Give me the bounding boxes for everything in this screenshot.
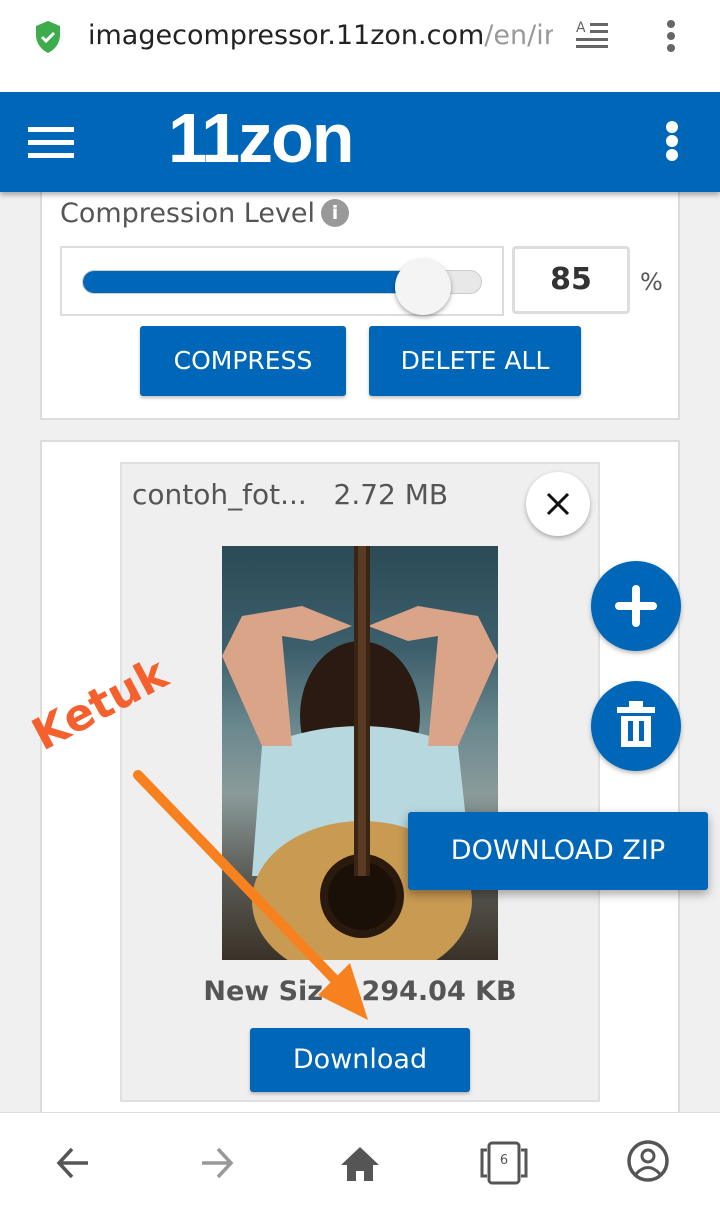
app-header: 11zon [0,92,720,192]
home-icon[interactable] [340,1143,380,1183]
hamburger-menu-icon[interactable] [28,127,76,159]
forward-arrow-icon[interactable] [196,1143,236,1183]
browser-bottom-nav: 6 [0,1112,720,1209]
app-menu-icon[interactable] [664,120,680,164]
back-arrow-icon[interactable] [54,1143,94,1183]
tabs-button[interactable]: 6 [480,1141,528,1185]
tab-count: 6 [499,1153,509,1168]
logo[interactable]: 11zon [168,98,355,178]
account-icon[interactable] [626,1139,670,1183]
